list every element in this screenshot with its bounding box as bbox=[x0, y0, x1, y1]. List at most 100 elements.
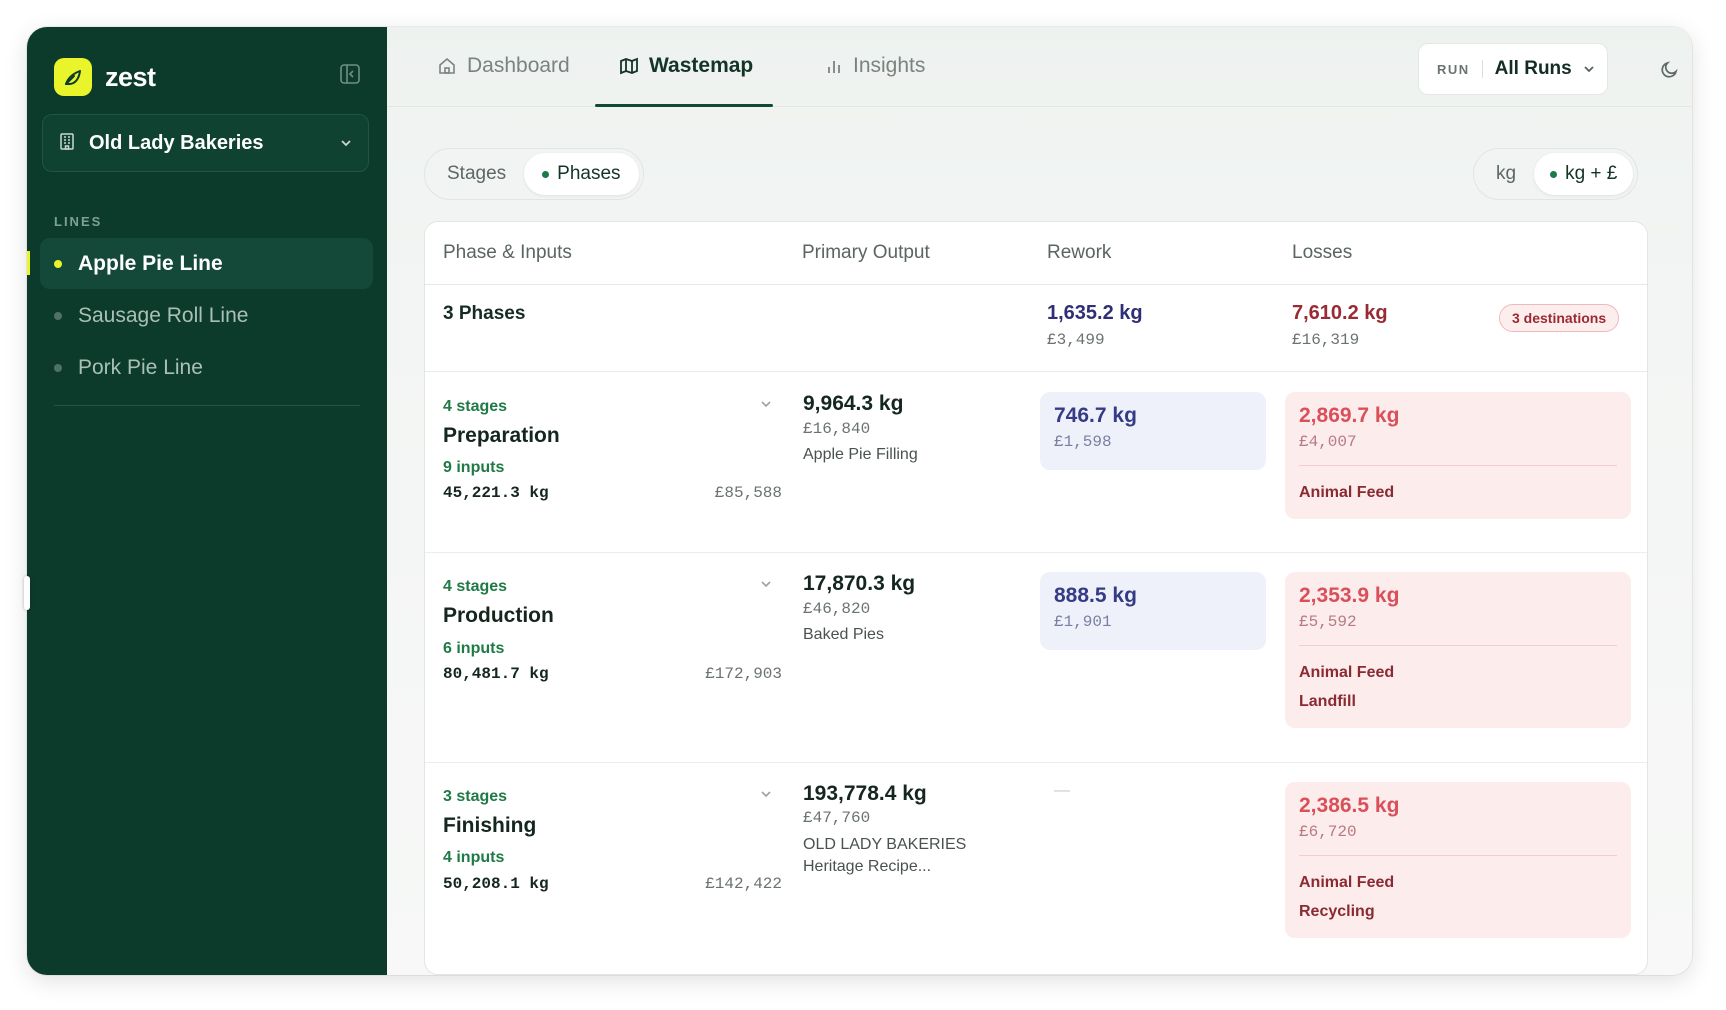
loss-money: £5,592 bbox=[1299, 613, 1357, 631]
inputs-kg: 80,481.7 kg bbox=[443, 665, 549, 683]
sidebar-divider bbox=[54, 405, 360, 406]
chevron-down-icon[interactable] bbox=[759, 577, 773, 591]
toggle-label: kg bbox=[1496, 163, 1517, 184]
toggle-label: Stages bbox=[447, 163, 507, 184]
output-name: Apple Pie Filling bbox=[803, 446, 918, 463]
stage-count: 3 stages bbox=[443, 788, 508, 805]
org-selector[interactable]: Old Lady Bakeries bbox=[42, 114, 369, 172]
loss-divider bbox=[1299, 645, 1617, 646]
loss-destination: Animal Feed bbox=[1299, 874, 1395, 891]
rework-money: £1,901 bbox=[1054, 613, 1112, 631]
table-row[interactable]: 4 stages Production 6 inputs 80,481.7 kg… bbox=[425, 552, 1647, 762]
output-name: Baked Pies bbox=[803, 626, 884, 643]
kg-toggle-button[interactable]: kg bbox=[1478, 153, 1534, 195]
loss-divider bbox=[1299, 855, 1617, 856]
resize-handle[interactable] bbox=[24, 576, 30, 610]
tab-wastemap[interactable]: Wastemap bbox=[619, 51, 753, 81]
logo[interactable]: zest bbox=[54, 58, 156, 96]
header-phase-inputs: Phase & Inputs bbox=[443, 242, 572, 263]
sidebar-item-label: Apple Pie Line bbox=[78, 251, 223, 275]
loss-money: £6,720 bbox=[1299, 823, 1357, 841]
loss-kg: 2,386.5 kg bbox=[1299, 794, 1400, 817]
output-name-line-1: OLD LADY BAKERIES bbox=[803, 836, 967, 853]
inputs-money: £85,588 bbox=[714, 484, 782, 502]
input-count: 4 inputs bbox=[443, 849, 505, 866]
app-name: zest bbox=[105, 61, 156, 92]
loss-divider bbox=[1299, 465, 1617, 466]
main-content: Dashboard Wastemap Insights RUN All Runs bbox=[387, 27, 1692, 975]
chevron-down-icon bbox=[1582, 62, 1596, 76]
sidebar-item-label: Pork Pie Line bbox=[78, 355, 203, 379]
stage-count: 4 stages bbox=[443, 398, 508, 415]
active-dot-icon bbox=[54, 259, 62, 268]
output-money: £47,760 bbox=[803, 809, 871, 827]
map-icon bbox=[619, 56, 639, 76]
tab-label: Insights bbox=[853, 54, 926, 77]
view-toggle: Stages Phases bbox=[424, 148, 644, 200]
chevron-down-icon bbox=[338, 135, 354, 156]
rework-kg: 888.5 kg bbox=[1054, 584, 1137, 607]
chevron-down-icon[interactable] bbox=[759, 397, 773, 411]
stage-count: 4 stages bbox=[443, 578, 508, 595]
phases-toggle-button[interactable]: Phases bbox=[524, 153, 639, 195]
selected-dot-icon bbox=[542, 170, 550, 178]
inputs-money: £172,903 bbox=[705, 665, 782, 683]
run-value: All Runs bbox=[1494, 58, 1572, 79]
output-money: £46,820 bbox=[803, 600, 871, 618]
toggle-label: kg + £ bbox=[1565, 163, 1618, 184]
loss-destination: Landfill bbox=[1299, 693, 1356, 710]
building-icon bbox=[57, 131, 77, 156]
run-separator bbox=[1481, 60, 1483, 78]
org-name: Old Lady Bakeries bbox=[89, 131, 264, 154]
selected-dot-icon bbox=[1550, 170, 1558, 178]
lines-section-label: LINES bbox=[54, 214, 103, 229]
loss-money: £4,007 bbox=[1299, 433, 1357, 451]
tab-dashboard[interactable]: Dashboard bbox=[437, 51, 570, 81]
active-line-marker bbox=[27, 251, 30, 275]
input-count: 6 inputs bbox=[443, 640, 505, 657]
inputs-kg: 50,208.1 kg bbox=[443, 875, 549, 893]
chevron-down-icon[interactable] bbox=[759, 787, 773, 801]
summary-row: 3 Phases 1,635.2 kg £3,499 7,610.2 kg £1… bbox=[425, 285, 1647, 372]
output-money: £16,840 bbox=[803, 420, 871, 438]
run-selector[interactable]: RUN All Runs bbox=[1418, 43, 1608, 95]
leaf-logo-icon bbox=[54, 58, 92, 96]
phase-count: 3 Phases bbox=[443, 303, 526, 324]
sidebar-item-apple-pie-line[interactable]: Apple Pie Line bbox=[40, 238, 373, 289]
destinations-badge[interactable]: 3 destinations bbox=[1499, 304, 1620, 332]
phase-name: Production bbox=[443, 604, 554, 627]
table-row[interactable]: 3 stages Finishing 4 inputs 50,208.1 kg … bbox=[425, 762, 1647, 974]
dot-icon bbox=[54, 311, 62, 320]
header-primary-output: Primary Output bbox=[802, 242, 930, 263]
sidebar-item-pork-pie-line[interactable]: Pork Pie Line bbox=[40, 342, 373, 393]
rework-cell: 746.7 kg £1,598 bbox=[1040, 392, 1266, 470]
output-kg: 9,964.3 kg bbox=[803, 392, 904, 415]
rework-money: £1,598 bbox=[1054, 433, 1112, 451]
collapse-sidebar-icon[interactable] bbox=[339, 63, 361, 85]
unit-toggle: kg kg + £ bbox=[1473, 148, 1639, 200]
tab-insights[interactable]: Insights bbox=[825, 51, 925, 81]
tab-label: Dashboard bbox=[467, 54, 570, 77]
summary-rework-money: £3,499 bbox=[1047, 331, 1105, 349]
table-row[interactable]: 4 stages Preparation 9 inputs 45,221.3 k… bbox=[425, 372, 1647, 552]
output-name-line-2: Heritage Recipe... bbox=[803, 858, 932, 875]
inputs-money: £142,422 bbox=[705, 875, 782, 893]
top-navigation: Dashboard Wastemap Insights RUN All Runs bbox=[387, 27, 1692, 107]
summary-losses-money: £16,319 bbox=[1292, 331, 1360, 349]
sidebar-item-sausage-roll-line[interactable]: Sausage Roll Line bbox=[40, 290, 373, 341]
rework-kg: 746.7 kg bbox=[1054, 404, 1137, 427]
kg-and-pounds-toggle-button[interactable]: kg + £ bbox=[1534, 153, 1634, 195]
home-icon bbox=[437, 56, 457, 76]
input-count: 9 inputs bbox=[443, 459, 505, 476]
phase-name: Preparation bbox=[443, 424, 560, 447]
stages-toggle-button[interactable]: Stages bbox=[429, 153, 524, 195]
loss-destination: Animal Feed bbox=[1299, 484, 1395, 501]
theme-toggle-moon-icon[interactable] bbox=[1659, 58, 1681, 80]
header-rework: Rework bbox=[1047, 242, 1112, 263]
inputs-kg: 45,221.3 kg bbox=[443, 484, 549, 502]
losses-cell: 2,386.5 kg £6,720 Animal Feed Recycling bbox=[1285, 782, 1631, 938]
header-losses: Losses bbox=[1292, 242, 1353, 263]
rework-empty: — bbox=[1054, 782, 1070, 799]
run-label: RUN bbox=[1437, 61, 1470, 77]
rework-cell: 888.5 kg £1,901 bbox=[1040, 572, 1266, 650]
